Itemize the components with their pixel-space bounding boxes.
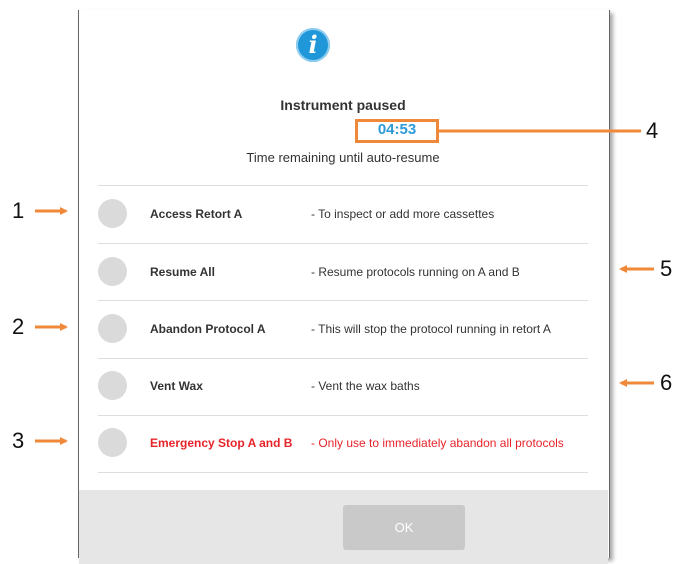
annotation-arrows bbox=[35, 129, 654, 445]
callout-5: 5 bbox=[660, 256, 673, 281]
callout-6: 6 bbox=[660, 370, 673, 395]
callout-3: 3 bbox=[12, 428, 25, 453]
callout-1: 1 bbox=[12, 198, 25, 223]
callout-2: 2 bbox=[12, 314, 25, 339]
callout-4: 4 bbox=[646, 118, 659, 143]
